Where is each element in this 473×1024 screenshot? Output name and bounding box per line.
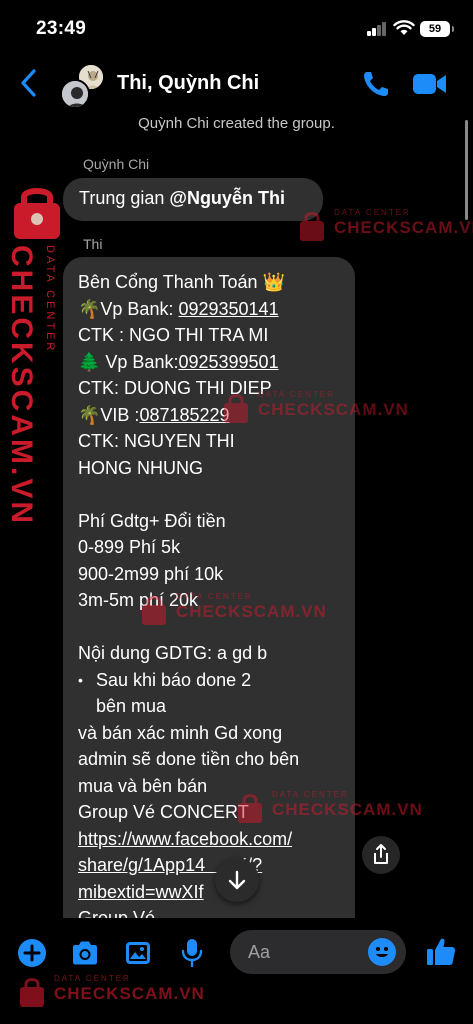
back-chevron-icon[interactable] [18,67,40,99]
message-text: bên mua [96,696,167,716]
message-line: HONG NHUNG [78,457,203,478]
signal-icon [367,22,387,36]
video-call-icon[interactable] [412,70,448,98]
bullet-item: • Sau khi báo done 2 [78,667,340,694]
phone-call-icon[interactable] [361,69,391,99]
group-avatar[interactable] [60,63,106,109]
message-line: CTK: DUONG THI DIEP [78,378,272,398]
message-text: 🌲 Vp Bank: [78,351,179,372]
status-bar: 23:49 59 [0,0,473,50]
arrow-down-icon [228,870,246,890]
battery-indicator: 59 [420,21,454,37]
camera-icon[interactable] [70,940,100,966]
watermark-vertical: CHECKSCAM.VN DATA CENTER [0,185,72,526]
sender-name: Quỳnh Chi [83,156,150,172]
message-line: 🌲 Vp Bank:0925399501 [78,349,340,376]
sender-name: Thi [83,236,103,252]
wifi-icon [393,20,415,35]
default-avatar-icon [60,79,90,109]
scroll-to-bottom-button[interactable] [215,858,259,902]
chat-title[interactable]: Thi, Quỳnh Chi [117,72,259,95]
watermark-text: CHECKSCAM.VN [5,245,38,527]
thumbs-up-icon[interactable] [424,935,458,969]
watermark-subtext: DATA CENTER [334,208,411,217]
system-message: Quỳnh Chi created the group. [138,115,335,132]
phone-link[interactable]: 0925399501 [178,352,278,372]
message-composer: Aa [0,918,473,1024]
message-text: Sau khi báo done 2 [96,669,252,690]
watermark-text: CHECKSCAM.VN [334,218,473,237]
plus-button[interactable] [18,939,46,967]
message-line: 🌴Vp Bank: 0929350141 [78,296,340,323]
message-line: 0-899 Phí 5k [78,537,181,557]
smiley-icon [376,947,388,957]
message-line: admin sẽ done tiền cho bên [78,749,300,769]
url-link[interactable]: share/g/1App14 K/? [78,852,340,879]
message-line: Nội dung GDTG: a gd b [78,643,268,663]
bullet-item-continued: bên mua [78,693,340,720]
microphone-icon[interactable] [180,937,204,969]
scroll-indicator[interactable] [465,120,468,220]
plus-icon [23,944,41,962]
phone-link[interactable]: 087185229 [139,405,229,425]
url-link[interactable]: mibextid=wwXIf [78,879,340,906]
message-text: Trung gian [79,188,170,208]
share-icon [374,844,388,864]
message-line: CTK : NGO THI TRA MI [78,325,269,345]
url-link[interactable]: https://www.facebook.com/ [78,826,340,853]
message-line: Bên Cổng Thanh Toán 👑 [78,272,285,292]
share-button[interactable] [362,836,400,874]
message-line: Phí Gdtg+ Đổi tiền [78,510,226,531]
mention-tag[interactable]: @Nguyễn Thi [169,188,285,208]
lock-icon [14,188,60,239]
message-line: và bán xác minh Gd xong [78,722,283,743]
message-input[interactable]: Aa [230,930,406,974]
gallery-icon[interactable] [124,939,152,967]
message-line: Group Vé CONCERT [78,802,249,822]
watermark-subtext: DATA CENTER [44,245,56,354]
chat-header: Thi, Quỳnh Chi [0,55,473,115]
input-placeholder: Aa [248,942,271,962]
status-time: 23:49 [36,18,87,39]
message-text: 🌴Vp Bank: [78,298,179,319]
message-bubble[interactable]: Trung gian @Nguyễn Thi [63,178,323,221]
phone-link[interactable]: 0929350141 [178,299,278,319]
message-line: 🌴VIB :087185229 [78,402,340,429]
message-line: mua và bên bán [78,775,208,796]
bullet-dot: • [78,671,83,688]
message-line: 3m-5m phí 20k [78,590,199,610]
message-line: CTK: NGUYEN THI [78,431,235,451]
message-text: 🌴VIB : [78,404,140,425]
message-line: 900-2m99 phí 10k [78,563,224,584]
message-bubble[interactable]: Bên Cổng Thanh Toán 👑 🌴Vp Bank: 09293501… [63,257,355,937]
emoji-button[interactable] [368,938,396,966]
